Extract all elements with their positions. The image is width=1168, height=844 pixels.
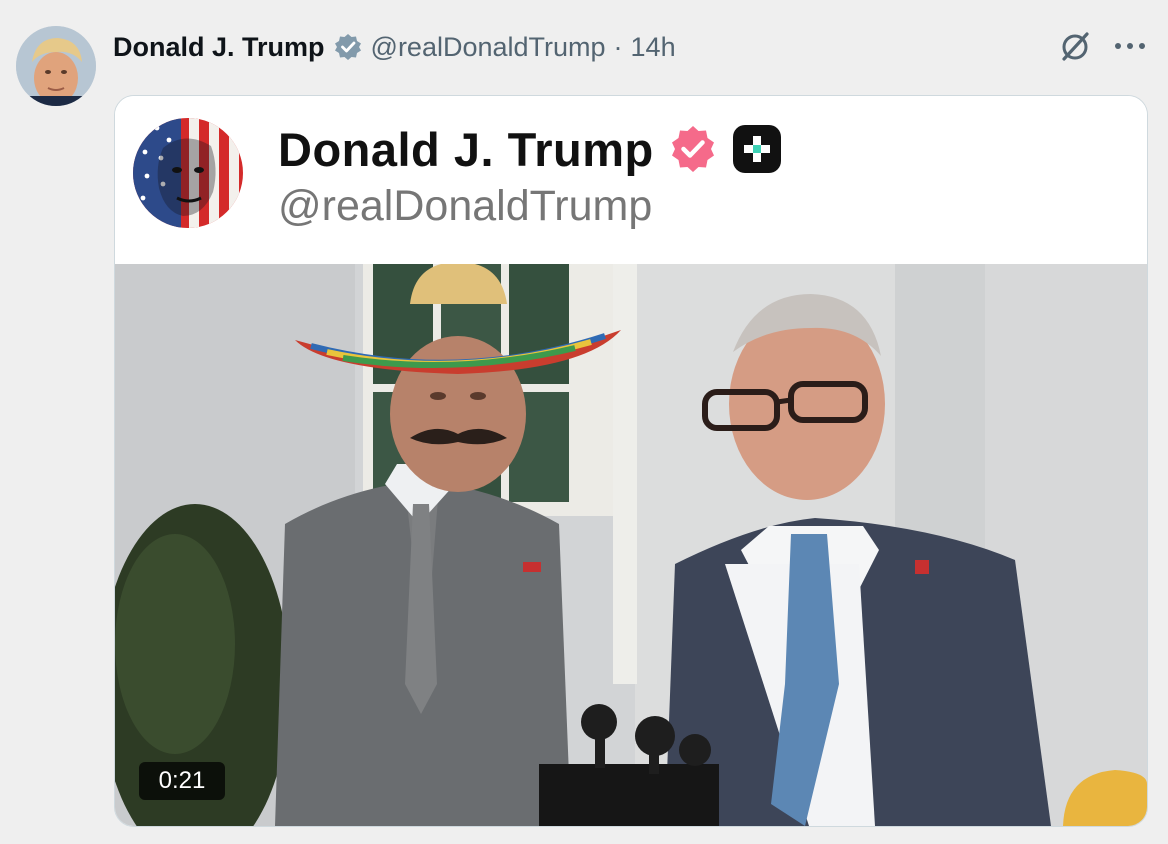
embedded-avatar bbox=[133, 118, 243, 228]
post-timestamp[interactable]: 14h bbox=[631, 32, 676, 63]
media-card[interactable]: Donald J. Trump @realDonaldTrump 0:21 bbox=[114, 95, 1148, 827]
video-frame bbox=[115, 264, 1147, 826]
author-handle[interactable]: @realDonaldTrump bbox=[371, 32, 606, 63]
separator-dot: · bbox=[613, 31, 623, 62]
post-header: Donald J. Trump @realDonaldTrump · 14h bbox=[113, 28, 676, 66]
author-avatar-image bbox=[16, 26, 96, 106]
video-player[interactable]: 0:21 bbox=[115, 264, 1147, 826]
pink-verified-badge-icon bbox=[671, 126, 714, 172]
flag-portrait-image bbox=[133, 118, 243, 228]
video-duration-badge: 0:21 bbox=[139, 762, 225, 800]
embedded-author-name: Donald J. Trump bbox=[278, 122, 654, 176]
embedded-header: Donald J. Trump @realDonaldTrump bbox=[115, 96, 1147, 264]
author-name[interactable]: Donald J. Trump bbox=[113, 32, 325, 63]
author-avatar[interactable] bbox=[16, 26, 96, 106]
verified-badge-icon bbox=[334, 34, 361, 60]
grok-icon[interactable] bbox=[1058, 29, 1092, 63]
plus-app-icon bbox=[732, 125, 781, 173]
more-options-icon[interactable] bbox=[1112, 34, 1148, 58]
embedded-author-handle: @realDonaldTrump bbox=[278, 182, 653, 230]
